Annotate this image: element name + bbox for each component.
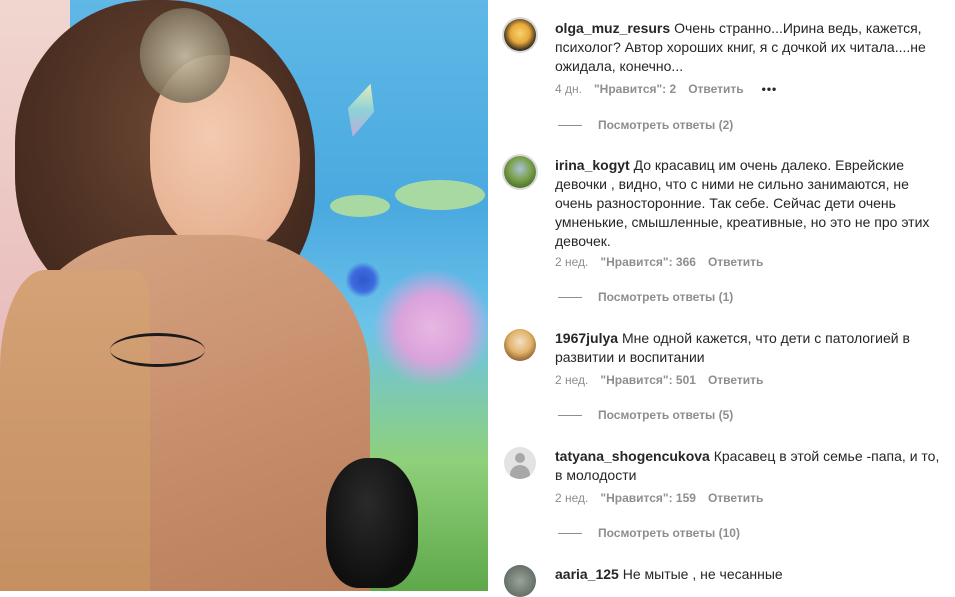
comment-time[interactable]: 2 нед. (555, 373, 588, 387)
comment-time[interactable]: 2 нед. (555, 255, 588, 269)
comment-text: Не мытые , не чесанные (622, 566, 783, 582)
crystal-decoration (339, 79, 383, 141)
comment-username[interactable]: tatyana_shogencukova (555, 448, 710, 464)
flower-decoration (345, 262, 381, 298)
view-replies-label: Посмотреть ответы (2) (598, 118, 734, 132)
comments-panel[interactable]: olga_muz_resurs Очень странно...Ирина ве… (488, 0, 955, 597)
view-replies-label: Посмотреть ответы (5) (598, 408, 734, 422)
dandelion-decoration (372, 268, 488, 388)
view-replies-button[interactable]: Посмотреть ответы (10) (558, 526, 740, 540)
replies-line-icon (558, 414, 582, 416)
reply-button[interactable]: Ответить (708, 373, 763, 387)
comment-likes[interactable]: "Нравится": 159 (600, 491, 696, 505)
view-replies-label: Посмотреть ответы (10) (598, 526, 740, 540)
comment-meta: 2 нед. "Нравится": 366 Ответить (555, 255, 763, 269)
comment-likes[interactable]: "Нравится": 366 (600, 255, 696, 269)
view-replies-label: Посмотреть ответы (1) (598, 290, 734, 304)
comment-body: 1967julya Мне одной кажется, что дети с … (555, 329, 940, 367)
view-replies-button[interactable]: Посмотреть ответы (5) (558, 408, 733, 422)
replies-line-icon (558, 532, 582, 534)
user-avatar[interactable] (504, 565, 536, 597)
replies-line-icon (558, 296, 582, 298)
comment-username[interactable]: irina_kogyt (555, 157, 630, 173)
view-replies-button[interactable]: Посмотреть ответы (1) (558, 290, 733, 304)
comment-body: aaria_125 Не мытые , не чесанные (555, 565, 940, 584)
post-photo (0, 0, 488, 591)
comment-username[interactable]: olga_muz_resurs (555, 20, 670, 36)
more-options-icon[interactable]: ••• (762, 82, 778, 96)
user-avatar[interactable] (504, 156, 536, 188)
comment-body: irina_kogyt До красавиц им очень далеко.… (555, 156, 940, 251)
comment-meta: 2 нед. "Нравится": 501 Ответить (555, 373, 763, 387)
microphone (326, 458, 418, 588)
bow (110, 333, 205, 367)
user-avatar[interactable] (504, 329, 536, 361)
reply-button[interactable]: Ответить (708, 255, 763, 269)
comment-time[interactable]: 4 дн. (555, 82, 582, 96)
comment-username[interactable]: aaria_125 (555, 566, 619, 582)
comment-time[interactable]: 2 нед. (555, 491, 588, 505)
comment-body: olga_muz_resurs Очень странно...Ирина ве… (555, 19, 940, 76)
comment-meta: 4 дн. "Нравится": 2 Ответить ••• (555, 82, 777, 96)
user-avatar[interactable] (504, 19, 536, 51)
comment-username[interactable]: 1967julya (555, 330, 618, 346)
view-replies-button[interactable]: Посмотреть ответы (2) (558, 118, 733, 132)
cloud-decoration (330, 195, 390, 217)
comment-body: tatyana_shogencukova Красавец в этой сем… (555, 447, 940, 485)
comment-meta: 2 нед. "Нравится": 159 Ответить (555, 491, 763, 505)
comment-likes[interactable]: "Нравится": 2 (594, 82, 676, 96)
default-user-icon[interactable] (504, 447, 536, 479)
comment-likes[interactable]: "Нравится": 501 (600, 373, 696, 387)
cloud-decoration (395, 180, 485, 210)
replies-line-icon (558, 124, 582, 126)
cardigan (0, 270, 150, 591)
reply-button[interactable]: Ответить (708, 491, 763, 505)
reply-button[interactable]: Ответить (688, 82, 743, 96)
